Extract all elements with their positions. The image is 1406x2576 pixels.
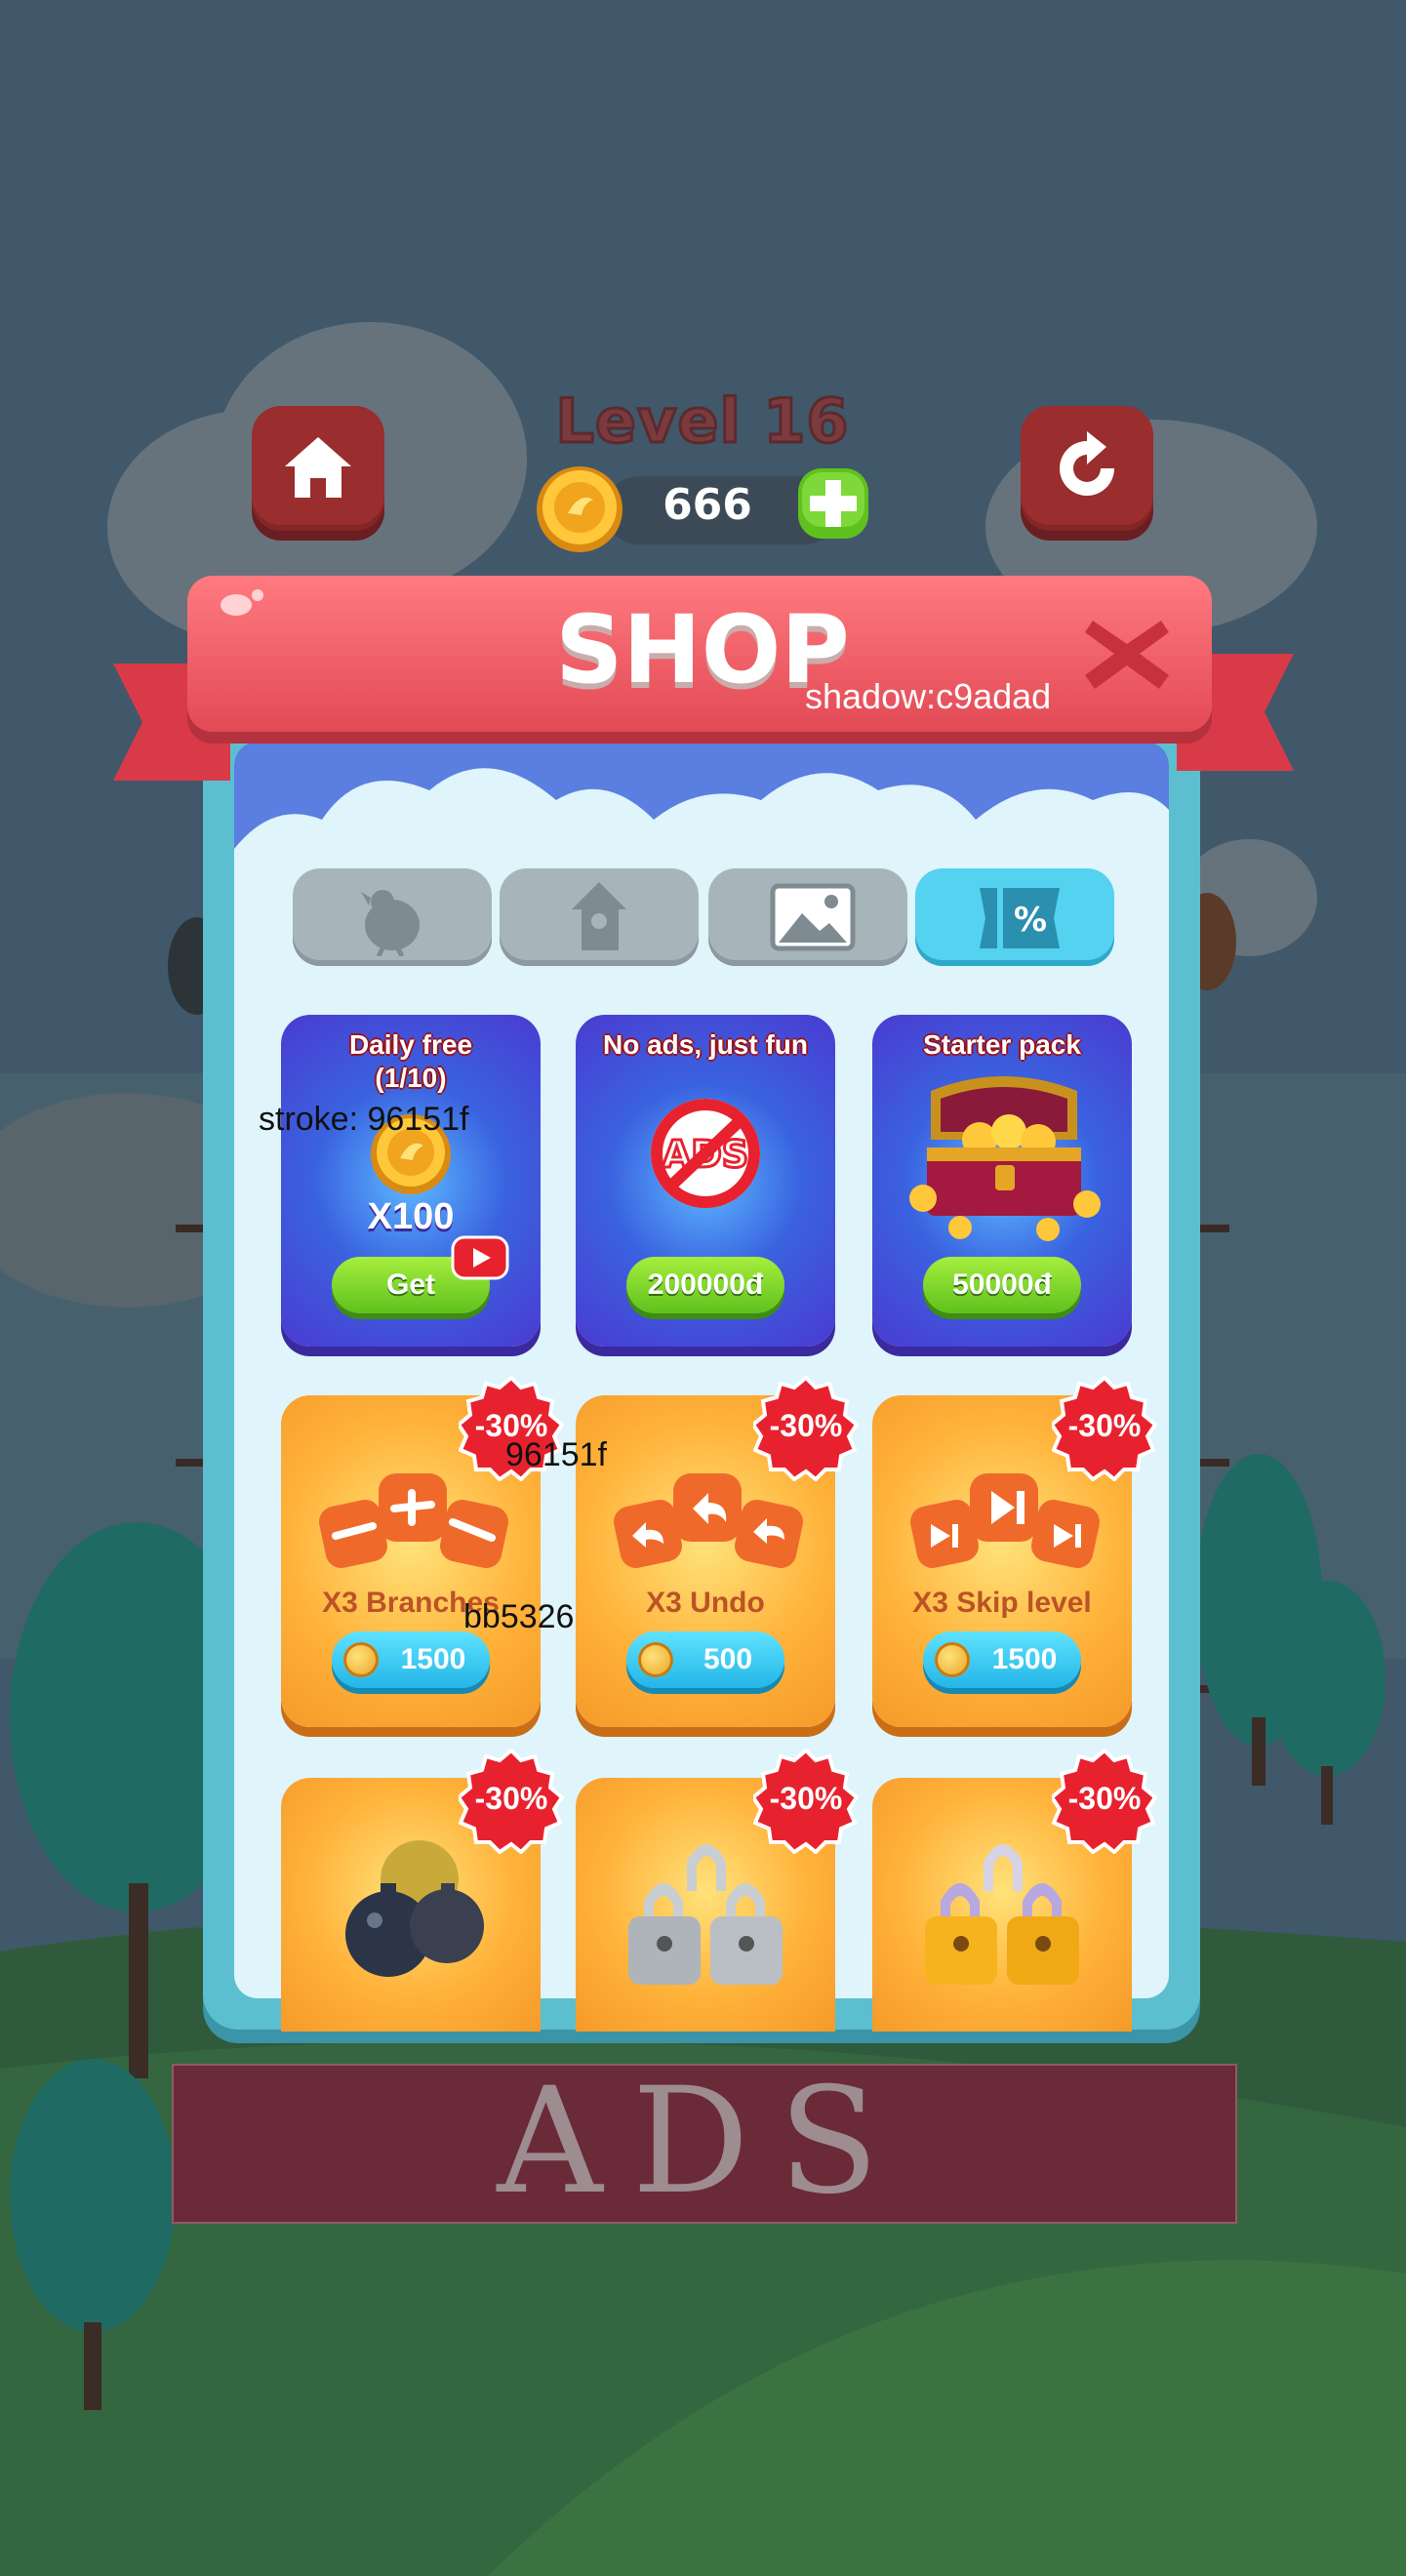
booster-buy-button[interactable]: 1500 [332,1631,490,1688]
discount-text: -30% [769,1408,843,1443]
name-color-annotation: bb5326 [463,1598,575,1635]
discount-badge: -30% [750,1748,860,1855]
gold-lock-icon [925,1844,1079,1985]
add-coins-button[interactable] [796,466,870,541]
treasure-chest-icon [909,1076,1101,1241]
discount-text: -30% [769,1781,843,1816]
discount-badge: -30% [750,1375,860,1482]
coin-count: 666 [663,480,752,530]
starter-pack-buy-button[interactable]: 50000đ [923,1257,1081,1313]
coin-icon [935,1642,970,1677]
svg-text:%: % [1014,901,1047,940]
tab-birds[interactable] [293,868,492,966]
booster-name: X3 Skip level [912,1587,1092,1619]
booster-buy-button[interactable]: 500 [626,1631,784,1688]
close-button[interactable] [1081,615,1173,693]
restart-button[interactable] [1021,406,1153,531]
coin-icon [638,1642,673,1677]
booster-price: 500 [703,1643,753,1675]
starter-pack-card[interactable]: Starter pack 50000đ [872,1015,1132,1347]
silver-lock-icon [628,1844,783,1985]
stroke-annotation: stroke: 96151f [259,1101,469,1138]
discount-badge: -30% [1049,1375,1158,1482]
banner-shine [221,589,263,616]
booster-price: 1500 [400,1643,466,1675]
booster-name: X3 Undo [646,1587,765,1619]
no-ads-card[interactable]: No ads, just fun ADS 200000đ [576,1015,835,1347]
shadow-annotation: shadow:c9adad [805,676,1052,716]
restart-icon [1060,431,1114,496]
coin-icon [343,1642,379,1677]
booster-price: 1500 [991,1643,1058,1675]
daily-free-title-line1: Daily free [348,1029,473,1060]
tab-offers[interactable]: % [915,868,1114,966]
discount-badge: -30% [1049,1748,1158,1855]
tab-backgrounds[interactable] [708,868,907,966]
daily-free-card[interactable]: Daily free (1/10) X100 Get [281,1015,541,1347]
tab-birdhouses[interactable] [500,868,699,966]
discount-text: -30% [1067,1408,1142,1443]
no-ads-buy-button[interactable]: 200000đ [626,1257,784,1313]
no-ads-title: No ads, just fun [603,1029,808,1060]
badge-color-annotation: 96151f [505,1436,607,1473]
discount-ticket-icon: % [980,888,1060,948]
birdhouse-icon [572,882,626,950]
ad-banner-text: ADS [497,2057,908,2227]
discount-badge: -30% [456,1748,565,1855]
home-button[interactable] [252,406,384,531]
no-ads-icon: ADS [651,1099,760,1208]
bomb-icon [345,1840,484,1977]
home-icon [285,437,351,498]
picture-icon [770,883,856,951]
daily-reward-amount: X100 [367,1196,455,1237]
level-title: Level 16 [554,384,850,459]
booster-buy-button[interactable]: 1500 [923,1631,1081,1688]
discount-text: -30% [474,1781,548,1816]
discount-text: -30% [1067,1781,1142,1816]
daily-free-title: Daily free (1/10) [281,1028,541,1095]
video-ad-icon [451,1235,509,1280]
bird-icon [361,890,420,956]
starter-pack-title: Starter pack [923,1029,1081,1060]
daily-free-title-line2: (1/10) [375,1063,447,1093]
